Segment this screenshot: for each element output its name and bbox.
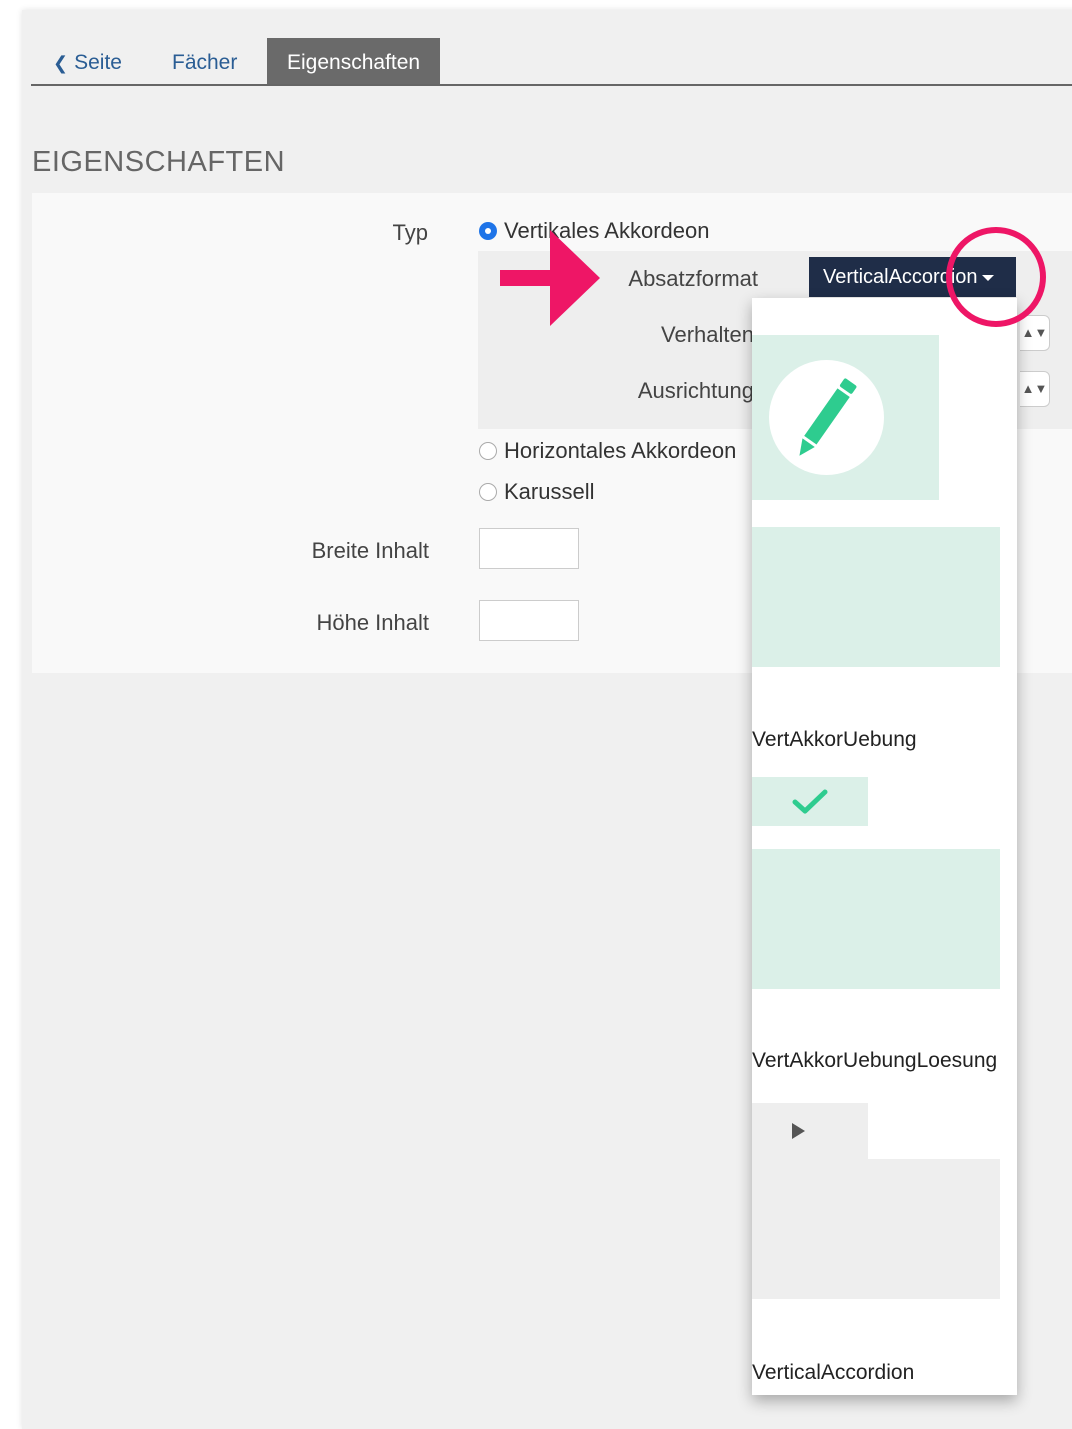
annotation-highlight-circle: [946, 227, 1046, 327]
hoehe-inhalt-label: Höhe Inhalt: [316, 610, 429, 635]
preview-body-green[interactable]: [752, 849, 1000, 989]
preview-body-gray[interactable]: [752, 1159, 1000, 1299]
preview-body-green[interactable]: [752, 527, 1000, 667]
chevron-left-icon: ❮: [53, 53, 69, 73]
radio-carousel-label: Karussell: [504, 479, 595, 504]
tab-faecher[interactable]: Fächer: [172, 38, 237, 84]
breite-inhalt-input[interactable]: [479, 528, 579, 569]
dropdown-item-label[interactable]: VerticalAccordion: [752, 1361, 914, 1385]
breite-inhalt-label: Breite Inhalt: [311, 538, 429, 563]
ausrichtung-label: Ausrichtung: [637, 378, 754, 403]
play-triangle-icon: [792, 1123, 805, 1139]
tab-back-label: Seite: [74, 51, 122, 74]
tab-bar: ❮ Seite Fächer Eigenschaften: [31, 38, 1072, 86]
verhalten-label: Verhalten: [661, 322, 754, 347]
preview-edit-header[interactable]: [752, 335, 939, 500]
absatzformat-label: Absatzformat: [628, 266, 758, 291]
tab-eigenschaften[interactable]: Eigenschaften: [267, 38, 441, 84]
radio-checked-icon[interactable]: [479, 222, 497, 240]
pencil-icon: [769, 360, 884, 475]
dropdown-item-label[interactable]: VertAkkorUebung: [752, 728, 917, 752]
preview-play-header[interactable]: [752, 1103, 868, 1159]
typ-label: Typ: [392, 220, 428, 245]
hoehe-inhalt-input[interactable]: [479, 600, 579, 641]
preview-check-header[interactable]: [752, 777, 868, 826]
dropdown-item-label[interactable]: VertAkkorUebungLoesung: [752, 1049, 997, 1073]
radio-carousel[interactable]: Karussell: [479, 479, 594, 505]
verhalten-select-arrows[interactable]: ▲▼: [1020, 315, 1050, 351]
ausrichtung-select-arrows[interactable]: ▲▼: [1020, 371, 1050, 407]
radio-horizontal[interactable]: Horizontales Akkordeon: [479, 438, 736, 464]
radio-horizontal-label: Horizontales Akkordeon: [504, 438, 737, 463]
checkmark-icon: [792, 789, 828, 814]
radio-unchecked-icon[interactable]: [479, 442, 497, 460]
absatzformat-dropdown-menu: VertAkkorUebung VertAkkorUebungLoesung V…: [752, 298, 1017, 1395]
radio-unchecked-icon[interactable]: [479, 483, 497, 501]
annotation-arrow-icon: [500, 230, 600, 326]
tab-back-seite[interactable]: ❮ Seite: [53, 38, 122, 84]
section-title: EIGENSCHAFTEN: [32, 146, 286, 178]
